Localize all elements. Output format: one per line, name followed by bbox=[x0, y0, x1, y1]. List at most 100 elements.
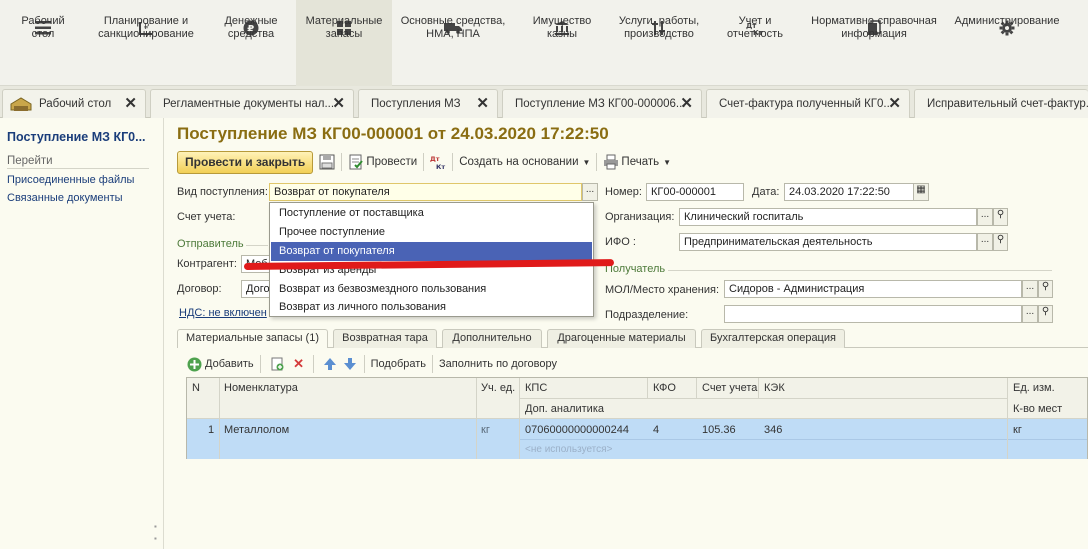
section-materials[interactable]: Материальные запасы bbox=[296, 0, 392, 86]
column-header-n[interactable]: N bbox=[192, 382, 200, 394]
sender-section-label: Отправитель bbox=[177, 238, 244, 250]
date-field[interactable]: 24.03.2020 17:22:50 bbox=[784, 183, 914, 201]
section-reference[interactable]: Нормативно-справочная информация bbox=[802, 0, 946, 86]
section-accounting[interactable]: Дт Кт Учет и отчетность bbox=[708, 0, 802, 86]
section-label: Администрирование bbox=[954, 15, 1060, 27]
cell-unit[interactable]: кг bbox=[481, 424, 490, 436]
printer-icon bbox=[603, 154, 619, 170]
related-docs-link[interactable]: Связанные документы bbox=[7, 192, 123, 204]
close-icon[interactable]: ✕ bbox=[680, 96, 693, 111]
save-icon[interactable] bbox=[319, 154, 335, 170]
organization-field[interactable]: Клинический госпиталь bbox=[679, 208, 977, 226]
contract-label: Договор: bbox=[177, 283, 222, 295]
tab-precious-materials[interactable]: Драгоценные материалы bbox=[547, 329, 696, 348]
dropdown-option-selected[interactable]: Возврат от покупателя bbox=[271, 242, 592, 261]
section-desktop[interactable]: Рабочий стол bbox=[0, 0, 86, 86]
cell-extra-analytics[interactable]: <не используется> bbox=[525, 444, 612, 455]
column-header-extra-analytics[interactable]: Доп. аналитика bbox=[525, 403, 604, 415]
cell-kek[interactable]: 346 bbox=[764, 424, 782, 436]
section-planning[interactable]: ₽ Планирование и санкционирование bbox=[86, 0, 206, 86]
recipient-divider bbox=[668, 270, 1052, 271]
close-icon[interactable]: ✕ bbox=[332, 96, 345, 111]
cell-n[interactable]: 1 bbox=[208, 424, 214, 436]
tab-corrective-invoice[interactable]: Исправительный счет-фактур... bbox=[914, 89, 1088, 118]
section-money[interactable]: ₽ Денежные средства bbox=[206, 0, 296, 86]
resize-grip[interactable]: ▪ bbox=[154, 534, 157, 543]
column-divider bbox=[1007, 378, 1008, 459]
tab-materials[interactable]: Материальные запасы (1) bbox=[177, 329, 328, 348]
tab-desktop[interactable]: Рабочий стол ✕ bbox=[2, 89, 146, 118]
organization-label: Организация: bbox=[605, 211, 675, 223]
tab-accounting-operation[interactable]: Бухгалтерская операция bbox=[701, 329, 845, 348]
delete-icon[interactable]: ✕ bbox=[291, 356, 307, 372]
tab-mz-receipt-6[interactable]: Поступление МЗ КГ00-000006... ✕ bbox=[502, 89, 702, 118]
tab-regulatory-docs[interactable]: Регламентные документы нал... ✕ bbox=[150, 89, 354, 118]
dropdown-option[interactable]: Возврат из безвозмездного пользования bbox=[271, 280, 592, 299]
ifo-select-button[interactable]: ... bbox=[977, 233, 993, 251]
close-icon[interactable]: ✕ bbox=[124, 96, 137, 111]
section-fixed-assets[interactable]: Основные средства, НМА, НПА bbox=[392, 0, 514, 86]
column-header-places-count[interactable]: К-во мест bbox=[1013, 403, 1062, 415]
cell-account[interactable]: 105.36 bbox=[702, 424, 736, 436]
column-header-kfo[interactable]: КФО bbox=[653, 382, 676, 394]
pick-button[interactable]: Подобрать bbox=[371, 358, 426, 370]
column-divider bbox=[476, 378, 477, 459]
tab-invoice-received[interactable]: Счет-фактура полученный КГ0... ✕ bbox=[706, 89, 910, 118]
section-treasury[interactable]: Имущество казны bbox=[514, 0, 610, 86]
vat-link[interactable]: НДС: не включен bbox=[179, 307, 267, 319]
tab-additional[interactable]: Дополнительно bbox=[442, 329, 542, 348]
dt-kt-icon[interactable]: Дт Кт bbox=[430, 154, 446, 170]
print-button[interactable]: Печать ▼ bbox=[621, 151, 671, 174]
column-header-nomenclature[interactable]: Номенклатура bbox=[224, 382, 298, 394]
subdivision-select-button[interactable]: ... bbox=[1022, 305, 1038, 323]
section-label: Учет и отчетность bbox=[727, 15, 783, 40]
cell-kfo[interactable]: 4 bbox=[653, 424, 659, 436]
table-row[interactable]: 1 Металлолом кг 07060000000000244 4 105.… bbox=[187, 419, 1087, 459]
add-button[interactable]: Добавить bbox=[205, 358, 254, 370]
column-header-kek[interactable]: КЭК bbox=[764, 382, 785, 394]
attached-files-link[interactable]: Присоединенные файлы bbox=[7, 174, 134, 186]
column-header-uom[interactable]: Ед. изм. bbox=[1013, 382, 1055, 394]
post-and-close-button[interactable]: Провести и закрыть bbox=[177, 150, 314, 174]
number-field[interactable]: КГ00-000001 bbox=[646, 183, 744, 201]
column-header-kps[interactable]: КПС bbox=[525, 382, 547, 394]
column-header-unit[interactable]: Уч. ед. bbox=[481, 382, 515, 394]
dropdown-option[interactable]: Поступление от поставщика bbox=[271, 204, 592, 223]
ifo-field[interactable]: Предпринимательская деятельность bbox=[679, 233, 977, 251]
move-up-icon[interactable] bbox=[322, 356, 338, 372]
receipt-type-field[interactable]: Возврат от покупателя bbox=[269, 183, 582, 201]
section-services[interactable]: Услуги, работы, производство bbox=[610, 0, 708, 86]
cell-nomenclature[interactable]: Металлолом bbox=[224, 424, 289, 436]
tab-returnable-packaging[interactable]: Возвратная тара bbox=[333, 329, 437, 348]
cell-uom[interactable]: кг bbox=[1013, 424, 1022, 436]
search-icon[interactable]: ⚲ bbox=[1038, 280, 1053, 298]
svg-text:Кт: Кт bbox=[436, 163, 445, 170]
chevron-down-icon: ▼ bbox=[582, 157, 591, 167]
search-icon[interactable]: ⚲ bbox=[993, 233, 1008, 251]
create-based-on-button[interactable]: Создать на основании ▼ bbox=[459, 151, 590, 174]
calendar-icon[interactable]: ▦ bbox=[913, 183, 929, 201]
mol-select-button[interactable]: ... bbox=[1022, 280, 1038, 298]
organization-select-button[interactable]: ... bbox=[977, 208, 993, 226]
search-icon[interactable]: ⚲ bbox=[1038, 305, 1053, 323]
post-button[interactable]: Провести bbox=[366, 151, 417, 174]
receipt-type-select-button[interactable]: ... bbox=[582, 183, 598, 201]
copy-icon[interactable] bbox=[269, 356, 285, 372]
date-label: Дата: bbox=[752, 186, 780, 198]
subdivision-field[interactable] bbox=[724, 305, 1022, 323]
mol-field[interactable]: Сидоров - Администрация bbox=[724, 280, 1022, 298]
fill-by-contract-button[interactable]: Заполнить по договору bbox=[439, 358, 557, 370]
column-header-account[interactable]: Счет учета bbox=[702, 382, 757, 394]
dropdown-option[interactable]: Возврат из личного пользования bbox=[271, 298, 592, 317]
move-down-icon[interactable] bbox=[342, 356, 358, 372]
desktop-icon bbox=[9, 96, 33, 112]
close-icon[interactable]: ✕ bbox=[476, 96, 489, 111]
search-icon[interactable]: ⚲ bbox=[993, 208, 1008, 226]
dropdown-option[interactable]: Прочее поступление bbox=[271, 223, 592, 242]
section-admin[interactable]: Администрирование bbox=[946, 0, 1068, 86]
contract-field[interactable]: Дого bbox=[241, 280, 271, 298]
tab-mz-receipts[interactable]: Поступления МЗ ✕ bbox=[358, 89, 498, 118]
close-icon[interactable]: ✕ bbox=[888, 96, 901, 111]
resize-grip[interactable]: ▪ bbox=[154, 522, 157, 531]
cell-kps[interactable]: 07060000000000244 bbox=[525, 424, 629, 436]
